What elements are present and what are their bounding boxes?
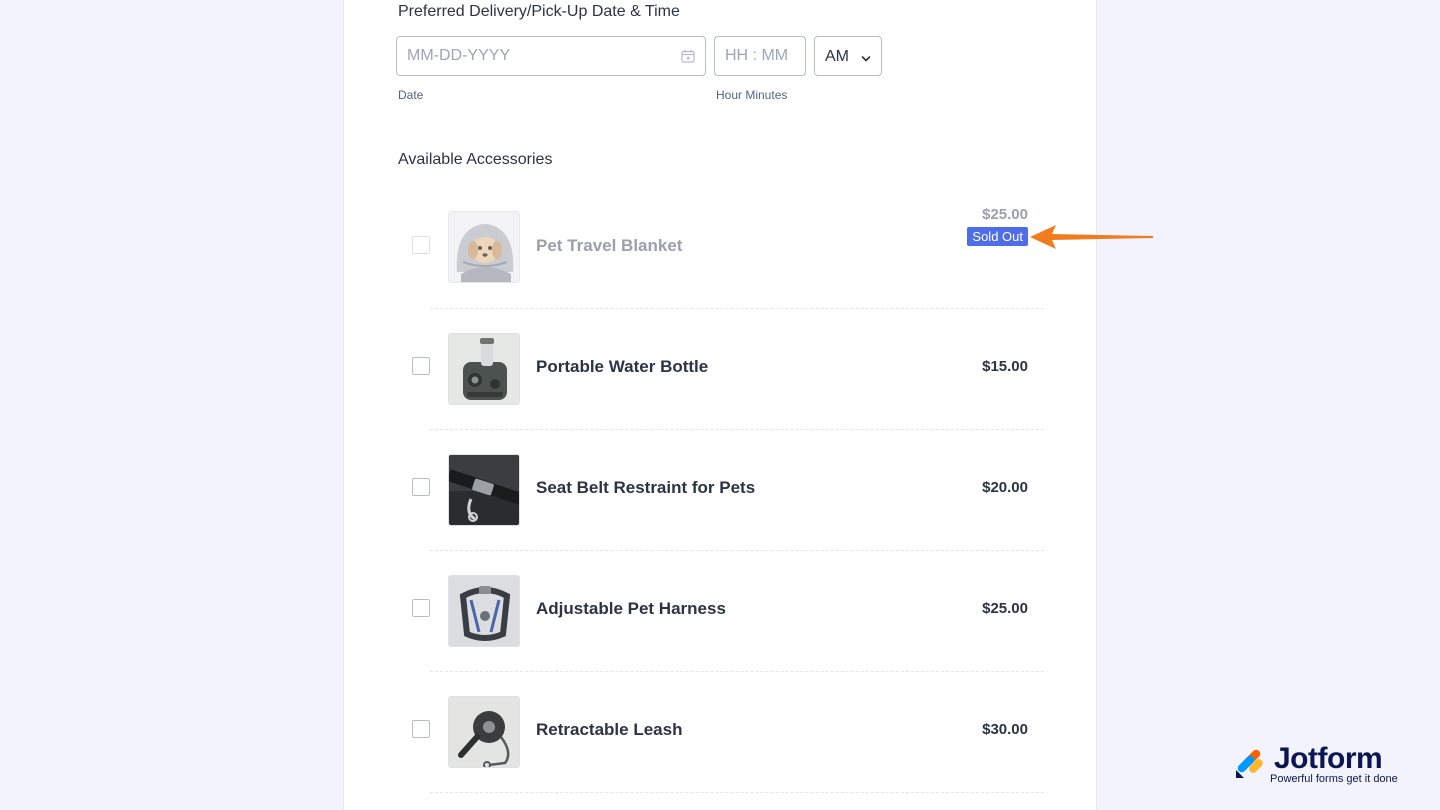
water-bottle-image	[448, 333, 520, 405]
ampm-select[interactable]: AM	[814, 36, 882, 76]
page: Preferred Delivery/Pick-Up Date & Time M…	[0, 0, 1440, 810]
date-input[interactable]: MM-DD-YYYY	[396, 36, 706, 76]
time-sublabel: Hour Minutes	[716, 88, 788, 102]
jotform-tagline: Powerful forms get it done	[1270, 773, 1398, 785]
accessories-label: Available Accessories	[398, 151, 553, 168]
product-price: $30.00	[982, 721, 1028, 738]
product-row: Seat Belt Restraint for Pets $20.00	[412, 430, 1044, 551]
date-placeholder: MM-DD-YYYY	[407, 47, 511, 64]
ampm-value: AM	[825, 48, 849, 65]
product-name: Seat Belt Restraint for Pets	[536, 478, 756, 497]
leash-image	[448, 696, 520, 768]
product-row: Retractable Leash $30.00	[412, 672, 1044, 793]
jotform-badge[interactable]: Jotform Powerful forms get it done	[1234, 742, 1414, 790]
product-name: Pet Travel Blanket	[536, 236, 683, 255]
product-price: $15.00	[982, 358, 1028, 375]
product-price: $20.00	[982, 479, 1028, 496]
product-checkbox[interactable]	[412, 236, 430, 254]
blanket-puppy-image	[448, 211, 520, 283]
product-name: Retractable Leash	[536, 720, 683, 739]
product-row: Adjustable Pet Harness $25.00	[412, 551, 1044, 672]
product-checkbox[interactable]	[412, 357, 430, 375]
product-price: $25.00	[982, 206, 1028, 223]
product-row: Pet Travel Blanket $25.00 Sold Out	[412, 188, 1044, 309]
product-checkbox[interactable]	[412, 478, 430, 496]
chevron-down-icon	[861, 51, 871, 62]
date-sublabel: Date	[398, 88, 424, 102]
time-input[interactable]: HH : MM	[714, 36, 806, 76]
seat-belt-image	[448, 454, 520, 526]
form-card: Preferred Delivery/Pick-Up Date & Time M…	[344, 0, 1096, 810]
product-row: Portable Water Bottle $15.00	[412, 309, 1044, 430]
product-price: $25.00	[982, 600, 1028, 617]
orange-arrow-icon	[1028, 224, 1158, 255]
datetime-label: Preferred Delivery/Pick-Up Date & Time	[398, 3, 680, 20]
sold-out-badge: Sold Out	[967, 227, 1028, 246]
product-name: Adjustable Pet Harness	[536, 599, 726, 618]
jotform-name: Jotform	[1274, 742, 1383, 775]
harness-image	[448, 575, 520, 647]
calendar-icon[interactable]	[681, 49, 695, 63]
product-checkbox[interactable]	[412, 720, 430, 738]
product-name: Portable Water Bottle	[536, 357, 709, 376]
time-placeholder: HH : MM	[725, 47, 789, 64]
product-checkbox[interactable]	[412, 599, 430, 617]
jotform-logo-icon	[1234, 746, 1268, 780]
